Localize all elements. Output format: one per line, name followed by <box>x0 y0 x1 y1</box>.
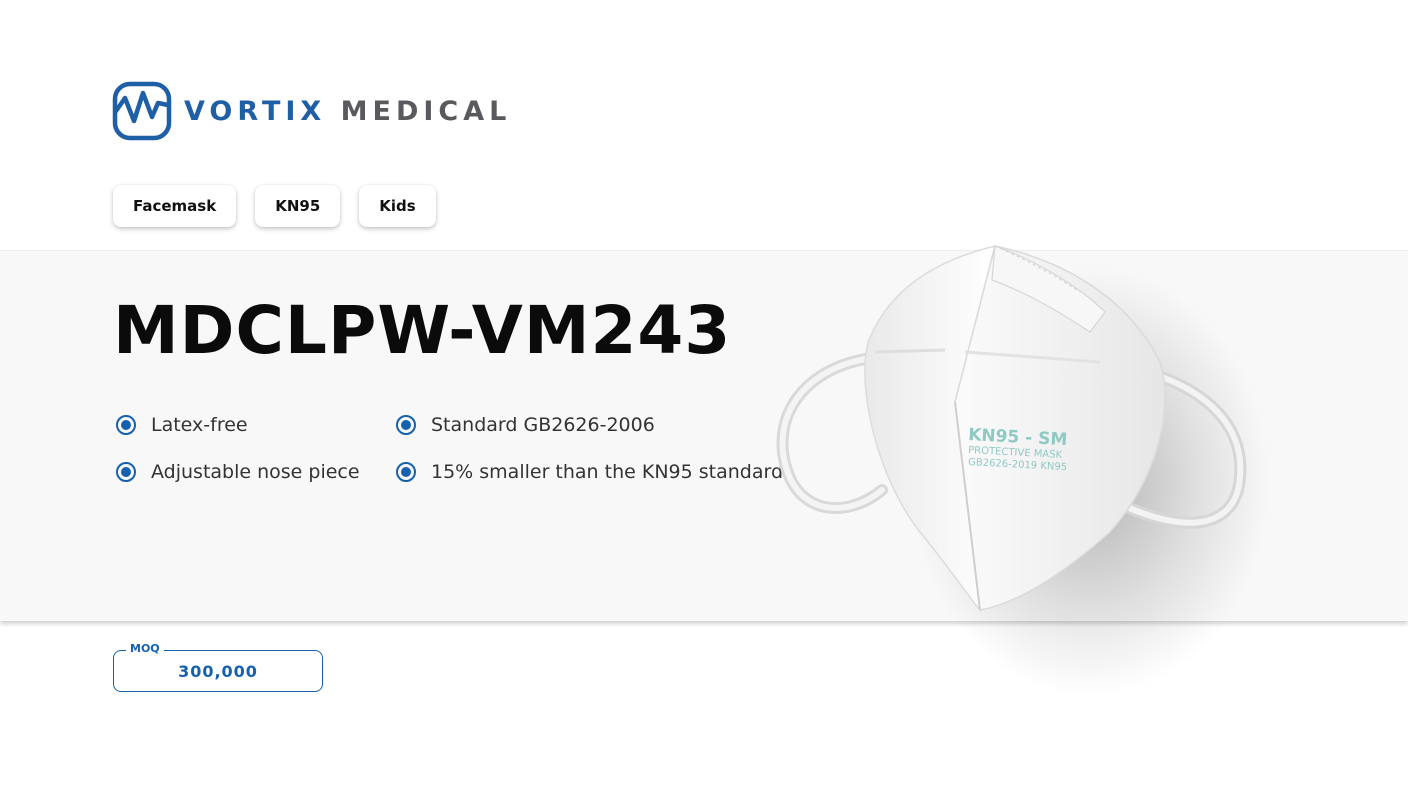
bullet-icon <box>396 462 416 482</box>
bullet-icon <box>116 415 136 435</box>
vortix-logo-icon <box>112 81 172 141</box>
kn95-mask-image: KN95 - SM PROTECTIVE MASK GB2626-2019 KN… <box>776 244 1270 697</box>
bullet-icon <box>116 462 136 482</box>
category-tabs: Facemask KN95 Kids <box>113 185 436 227</box>
brand-name: VORTIX MEDICAL <box>184 96 511 127</box>
tab-facemask[interactable]: Facemask <box>113 185 237 227</box>
moq-label: MOQ <box>126 642 164 655</box>
brand-name-part2: MEDICAL <box>340 95 512 127</box>
bullet-icon <box>396 415 416 435</box>
product-title: MDCLPW-VM243 <box>113 292 732 369</box>
brand-logo[interactable]: VORTIX MEDICAL <box>112 80 511 142</box>
feature-item: Standard GB2626-2006 <box>395 414 655 436</box>
feature-label: Latex-free <box>151 414 248 436</box>
feature-item: Adjustable nose piece <box>115 461 360 483</box>
moq-value: 300,000 <box>178 661 258 681</box>
feature-item: 15% smaller than the KN95 standard <box>395 461 783 483</box>
feature-label: Adjustable nose piece <box>151 461 360 483</box>
feature-label: Standard GB2626-2006 <box>431 414 655 436</box>
feature-item: Latex-free <box>115 414 248 436</box>
tab-kn95[interactable]: KN95 <box>255 185 341 227</box>
brand-name-part1: VORTIX <box>184 95 327 127</box>
feature-label: 15% smaller than the KN95 standard <box>431 461 784 483</box>
tab-kids[interactable]: Kids <box>359 185 436 227</box>
moq-field[interactable]: MOQ 300,000 <box>113 642 323 692</box>
